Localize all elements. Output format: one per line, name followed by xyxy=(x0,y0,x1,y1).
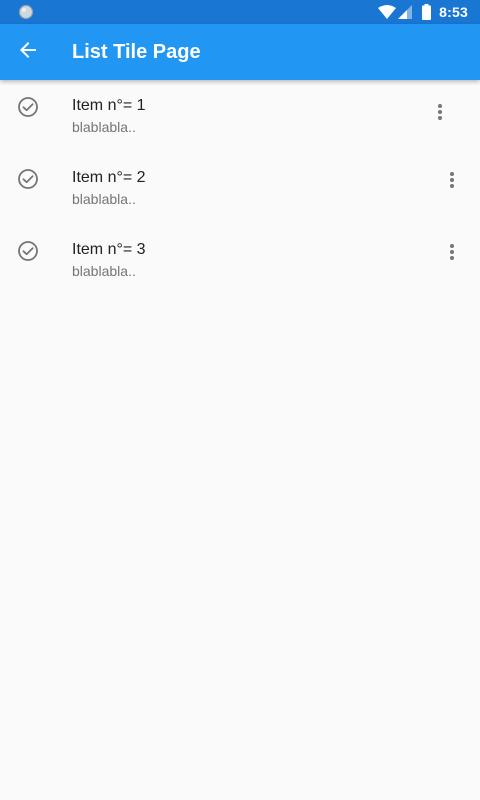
list-item[interactable]: Item n°= 2 blablabla.. xyxy=(0,160,480,232)
battery-icon xyxy=(422,4,432,20)
notification-icon xyxy=(18,4,34,20)
status-icons: 8:53 xyxy=(378,0,468,24)
list-item-title: Item n°= 3 xyxy=(72,241,146,258)
list-item-subtitle: blablabla.. xyxy=(72,263,136,279)
app-bar: List Tile Page xyxy=(0,24,480,80)
check-circle-outline-icon xyxy=(16,167,40,191)
list-item[interactable]: Item n°= 1 blablabla.. xyxy=(0,88,480,160)
more-vert-icon[interactable] xyxy=(440,168,464,192)
more-vert-icon[interactable] xyxy=(428,100,452,124)
list-item-title: Item n°= 1 xyxy=(72,97,146,114)
back-button[interactable] xyxy=(4,28,52,76)
list-item-title: Item n°= 2 xyxy=(72,169,146,186)
status-bar: 8:53 xyxy=(0,0,480,24)
more-vert-icon[interactable] xyxy=(440,240,464,264)
arrow-back-icon xyxy=(16,38,40,67)
list-view: Item n°= 1 blablabla.. Item n°= 2 blabla… xyxy=(0,80,480,304)
status-time: 8:53 xyxy=(439,4,468,20)
list-item-subtitle: blablabla.. xyxy=(72,191,136,207)
signal-icon xyxy=(398,5,413,19)
list-item-subtitle: blablabla.. xyxy=(72,119,136,135)
list-item[interactable]: Item n°= 3 blablabla.. xyxy=(0,232,480,304)
page-title: List Tile Page xyxy=(72,41,201,63)
wifi-icon xyxy=(378,5,397,19)
check-circle-outline-icon xyxy=(16,95,40,119)
check-circle-outline-icon xyxy=(16,239,40,263)
